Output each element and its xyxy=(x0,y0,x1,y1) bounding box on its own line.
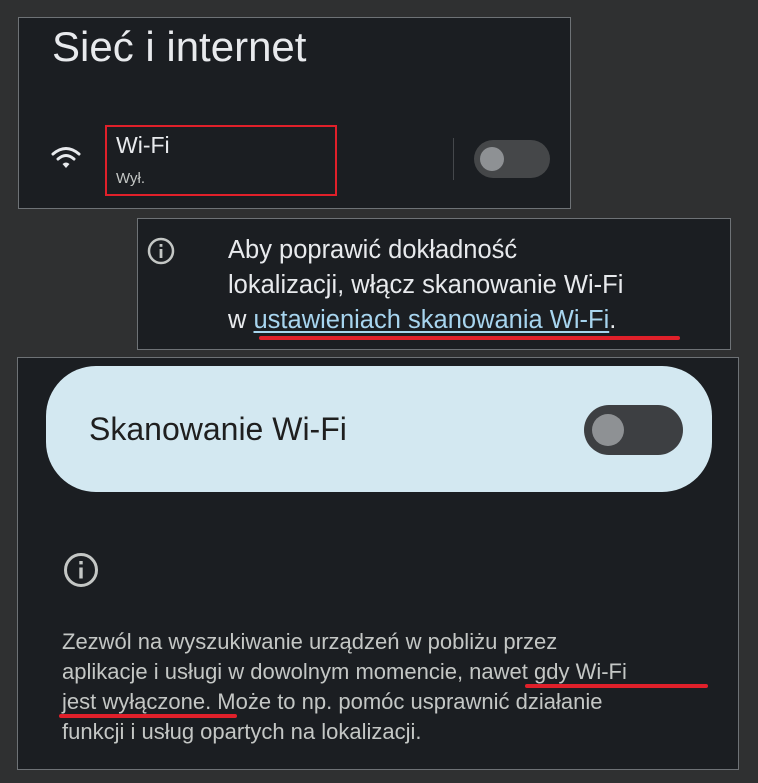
highlight-underline xyxy=(59,714,237,718)
network-panel: Sieć i internet Wi-Fi Wył. xyxy=(18,17,571,209)
wifi-label[interactable]: Wi-Fi xyxy=(116,132,170,159)
wifi-scanning-toggle[interactable] xyxy=(584,405,683,455)
description-line: funkcji i usług opartych na lokalizacji. xyxy=(62,719,422,744)
info-icon xyxy=(64,553,98,587)
notice-text: Aby poprawić dokładność lokalizacji, włą… xyxy=(228,233,708,338)
highlight-underline xyxy=(259,336,680,340)
wifi-scanning-panel: Skanowanie Wi-Fi Zezwól na wyszukiwanie … xyxy=(17,357,739,770)
description-line: Zezwól na wyszukiwanie urządzeń w pobliż… xyxy=(62,629,558,654)
wifi-toggle[interactable] xyxy=(474,140,550,178)
toggle-thumb xyxy=(480,147,504,171)
notice-line: Aby poprawić dokładność xyxy=(228,236,518,264)
description-line: aplikacje i usługi w dowolnym momencie, … xyxy=(62,659,627,684)
divider xyxy=(453,138,454,180)
notice-line-3: w ustawieniach skanowania Wi-Fi. xyxy=(228,303,708,338)
toggle-thumb xyxy=(592,414,624,446)
location-notice-panel: Aby poprawić dokładność lokalizacji, włą… xyxy=(137,218,731,350)
wifi-status: Wył. xyxy=(116,170,146,187)
wifi-scanning-label: Skanowanie Wi-Fi xyxy=(89,411,347,447)
notice-prefix: w xyxy=(228,306,254,334)
wifi-icon xyxy=(51,147,81,168)
scanning-settings-link[interactable]: ustawieniach skanowania Wi-Fi xyxy=(254,306,610,334)
notice-suffix: . xyxy=(609,306,617,334)
info-icon xyxy=(147,237,175,265)
wifi-scanning-card[interactable]: Skanowanie Wi-Fi xyxy=(46,366,712,492)
notice-line: lokalizacji, włącz skanowanie Wi-Fi xyxy=(228,271,624,299)
highlight-underline xyxy=(525,684,708,688)
page-title: Sieć i internet xyxy=(52,23,307,70)
description-line: jest wyłączone. Może to np. pomóc uspraw… xyxy=(62,689,603,714)
